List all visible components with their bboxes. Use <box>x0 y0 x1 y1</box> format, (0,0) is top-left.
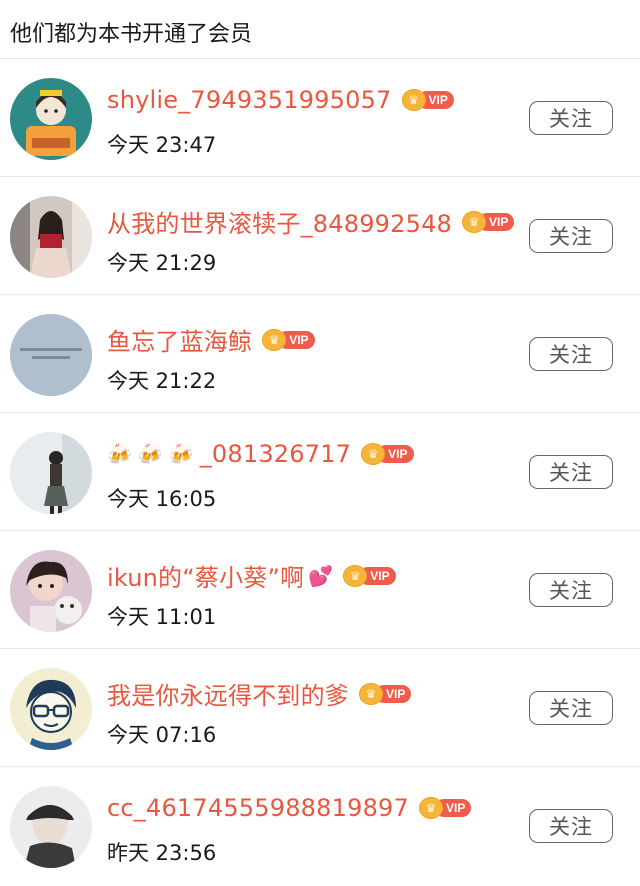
list-item[interactable]: 🍻 🍻 🍻 _081326717 ♛ VIP 今天 16:05 关注 <box>0 413 640 531</box>
vip-badge: ♛ VIP <box>262 328 315 351</box>
vip-badge: ♛ VIP <box>361 443 414 465</box>
follow-button[interactable]: 关注 <box>529 337 613 371</box>
follow-button[interactable]: 关注 <box>529 219 613 253</box>
member-list: shylie_7949351995057 ♛ VIP 今天 23:47 关注 从… <box>0 59 640 885</box>
member-name-line: shylie_7949351995057 ♛ VIP <box>107 86 454 114</box>
vip-badge: ♛ VIP <box>343 564 396 587</box>
vip-badge: ♛ VIP <box>462 210 515 233</box>
follow-button[interactable]: 关注 <box>529 101 613 135</box>
beer-mug-icon: 🍻 <box>168 442 194 466</box>
crown-icon: ♛ <box>361 443 386 465</box>
list-item[interactable]: 鱼忘了蓝海鲸 ♛ VIP 今天 21:22 关注 <box>0 295 640 413</box>
member-name-line: 🍻 🍻 🍻 _081326717 ♛ VIP <box>107 440 414 468</box>
avatar[interactable] <box>10 550 92 632</box>
member-name[interactable]: shylie_7949351995057 <box>107 86 392 114</box>
avatar[interactable] <box>10 432 92 514</box>
crown-icon: ♛ <box>462 210 487 233</box>
follow-button[interactable]: 关注 <box>529 691 613 725</box>
beer-mug-icon: 🍻 <box>107 442 132 466</box>
avatar[interactable] <box>10 314 92 396</box>
member-name[interactable]: 鱼忘了蓝海鲸 <box>107 322 252 357</box>
avatar[interactable] <box>10 78 92 160</box>
member-name-line: cc_46174555988819897 ♛ VIP <box>107 794 472 822</box>
crown-icon: ♛ <box>343 564 368 587</box>
member-join-time: 今天 23:47 <box>107 133 217 157</box>
list-item[interactable]: 我是你永远得不到的爹 ♛ VIP 今天 07:16 关注 <box>0 649 640 767</box>
member-name[interactable]: 我是你永远得不到的爹 <box>107 676 349 711</box>
member-join-time: 今天 21:22 <box>107 369 217 393</box>
member-name[interactable]: _081326717 <box>200 440 351 468</box>
member-name[interactable]: ikun的“蔡小葵”啊 <box>107 558 304 593</box>
list-item[interactable]: shylie_7949351995057 ♛ VIP 今天 23:47 关注 <box>0 59 640 177</box>
member-name-line: 鱼忘了蓝海鲸 ♛ VIP <box>107 322 315 357</box>
vip-badge: ♛ VIP <box>359 682 412 705</box>
member-name-line: 从我的世界滚犊子_848992548 ♛ VIP <box>107 204 515 239</box>
vip-badge: ♛ VIP <box>401 89 454 111</box>
vip-badge: ♛ VIP <box>418 797 472 819</box>
avatar[interactable] <box>10 668 92 750</box>
crown-icon: ♛ <box>401 89 426 111</box>
follow-button[interactable]: 关注 <box>529 573 613 607</box>
member-join-time: 今天 21:29 <box>107 251 217 275</box>
avatar[interactable] <box>10 196 92 278</box>
list-item[interactable]: ikun的“蔡小葵”啊 💕 ♛ VIP 今天 11:01 关注 <box>0 531 640 649</box>
member-join-time: 今天 16:05 <box>107 487 217 511</box>
member-name[interactable]: 从我的世界滚犊子_848992548 <box>107 204 452 239</box>
beer-mug-icon: 🍻 <box>137 442 163 466</box>
member-join-time: 今天 11:01 <box>107 605 217 629</box>
crown-icon: ♛ <box>418 797 443 819</box>
member-name-line: ikun的“蔡小葵”啊 💕 ♛ VIP <box>107 558 396 593</box>
avatar[interactable] <box>10 786 92 868</box>
member-name-line: 我是你永远得不到的爹 ♛ VIP <box>107 676 412 711</box>
page-title: 他们都为本书开通了会员 <box>0 0 640 59</box>
crown-icon: ♛ <box>262 328 287 351</box>
list-item[interactable]: 从我的世界滚犊子_848992548 ♛ VIP 今天 21:29 关注 <box>0 177 640 295</box>
follow-button[interactable]: 关注 <box>529 455 613 489</box>
member-join-time: 今天 07:16 <box>107 723 217 747</box>
member-name[interactable]: cc_46174555988819897 <box>107 794 409 822</box>
crown-icon: ♛ <box>359 682 383 705</box>
member-join-time: 昨天 23:56 <box>107 841 217 865</box>
follow-button[interactable]: 关注 <box>529 809 613 843</box>
list-item[interactable]: cc_46174555988819897 ♛ VIP 昨天 23:56 关注 <box>0 767 640 885</box>
sparkling-heart-icon: 💕 <box>308 563 334 588</box>
